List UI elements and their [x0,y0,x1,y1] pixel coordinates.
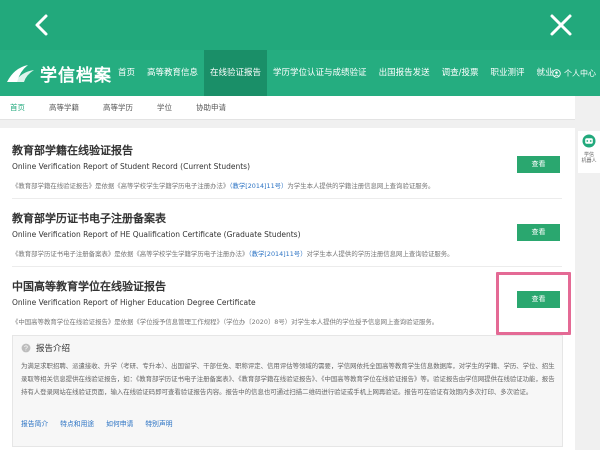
highlight-box [496,272,571,335]
intro-link-disclaimer[interactable]: 特别声明 [145,418,172,428]
report-section-qualification: 教育部学历证书电子注册备案表 Online Verification Repor… [12,210,562,258]
regulation-link[interactable]: （教学[2014]11号） [248,250,306,258]
svg-text:?: ? [24,346,28,353]
subnav-item-assist-apply[interactable]: 协助申请 [196,102,226,113]
nav-item-report-sending[interactable]: 出国报告发送 [373,50,436,96]
intro-link-overview[interactable]: 报告简介 [21,418,48,428]
divider [12,198,562,199]
intro-title: 报告介绍 [36,344,71,354]
report-section-degree: 中国高等教育学位在线验证报告 Online Verification Repor… [12,278,562,326]
intro-links: 报告简介 特点和用途 如何申请 特别声明 [21,418,185,428]
logo-text: 学信档案 [40,65,112,86]
close-button[interactable] [546,10,576,40]
report-title: 教育部学历证书电子注册备案表 [12,212,166,225]
app-header [0,0,600,50]
intro-body: 为满足求职招聘、派遣接收、升学（考研、专升本）、出国留学、干部任免、职称评定、信… [21,362,555,396]
nav-item-certification[interactable]: 学历学位认证与成绩验证 [267,50,373,96]
view-button[interactable]: 查看 [517,224,560,241]
user-icon [552,68,561,78]
intro-link-how-to-apply[interactable]: 如何申请 [106,418,133,428]
robot-label-2: 机器人 [581,158,597,164]
nav-item-career-test[interactable]: 职业测评 [484,50,530,96]
personal-center-link[interactable]: 个人中心 [552,50,596,96]
subnav-item-home[interactable]: 首页 [10,102,25,113]
regulation-link[interactable]: （教学[2014]11号） [229,182,287,190]
intro-link-features[interactable]: 特点和用途 [60,418,94,428]
report-description: 《中国高等教育学位在线验证报告》是依据《学位授予信息管理工作规程》（学位办〔20… [12,318,439,326]
site-nav: 学信档案 首页 高等教育信息 在线验证报告 学历学位认证与成绩验证 出国报告发送… [0,50,600,96]
nav-item-survey[interactable]: 调查/投票 [436,50,485,96]
report-english-title: Online Verification Report of Student Re… [12,162,251,171]
close-icon [550,14,572,36]
chevron-left-icon [35,14,48,36]
subnav-item-student-record[interactable]: 高等学籍 [49,102,79,113]
back-button[interactable] [28,10,58,40]
logo-icon [7,65,34,82]
report-english-title: Online Verification Report of Higher Edu… [12,298,256,307]
site-logo[interactable]: 学信档案 [6,59,112,87]
report-title: 中国高等教育学位在线验证报告 [12,280,166,293]
personal-center-label: 个人中心 [564,68,596,78]
report-title: 教育部学籍在线验证报告 [12,144,133,157]
nav-item-online-verification[interactable]: 在线验证报告 [204,50,268,96]
subnav-item-qualification[interactable]: 高等学历 [103,102,133,113]
report-description: 《教育部学籍在线验证报告》是依据《高等学校学生学籍学历电子注册办法》（教学[20… [12,182,435,190]
sub-nav: 首页 高等学籍 高等学历 学位 协助申请 [0,96,575,120]
robot-icon [582,134,596,148]
subnav-item-degree[interactable]: 学位 [157,102,172,113]
report-section-student-record: 教育部学籍在线验证报告 Online Verification Report o… [12,142,562,190]
nav-menu: 首页 高等教育信息 在线验证报告 学历学位认证与成绩验证 出国报告发送 调查/投… [112,50,559,96]
report-english-title: Online Verification Report of HE Qualifi… [12,230,301,239]
nav-item-home[interactable]: 首页 [112,50,141,96]
chat-robot-button[interactable]: 学信 机器人 [578,131,600,173]
report-description: 《教育部学历证书电子注册备案表》是依据《高等学校学生学籍学历电子注册办法》（教学… [12,250,454,258]
intro-header: ? 报告介绍 [21,342,70,354]
report-intro-box: ? 报告介绍 为满足求职招聘、派遣接收、升学（考研、专升本）、出国留学、干部任免… [12,335,563,447]
nav-item-higher-education[interactable]: 高等教育信息 [141,50,204,96]
divider [12,266,562,267]
view-button[interactable]: 查看 [517,156,560,173]
question-circle-icon: ? [21,343,31,353]
